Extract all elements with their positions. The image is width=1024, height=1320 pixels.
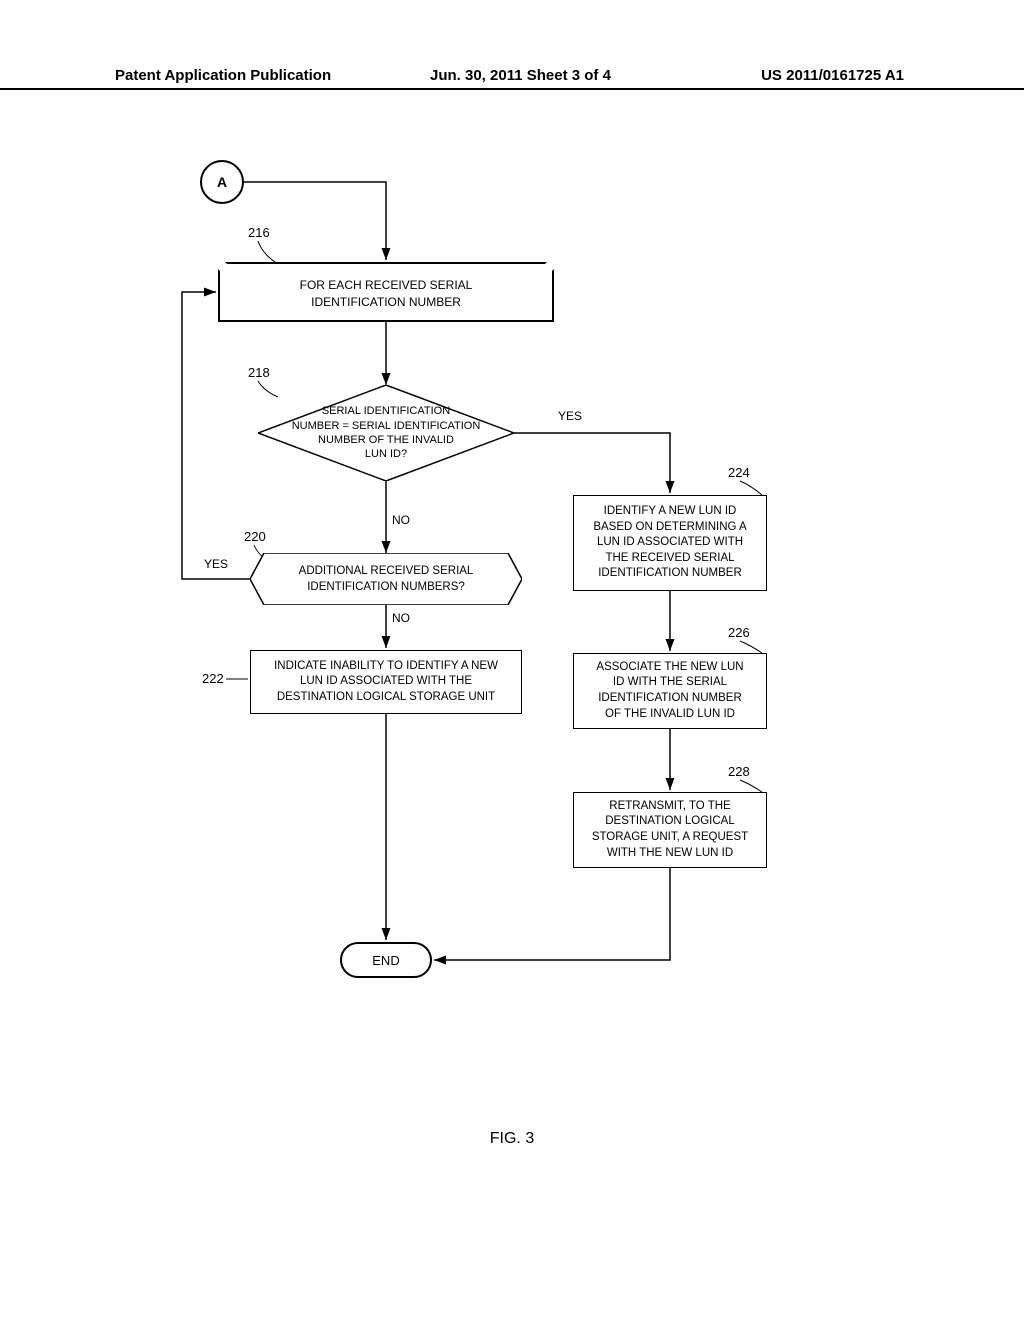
- label-yes-218: YES: [558, 409, 582, 423]
- process-228-text: RETRANSMIT, TO THE DESTINATION LOGICAL S…: [592, 799, 748, 861]
- ref-228: 228: [728, 764, 750, 779]
- decision-220-text: ADDITIONAL RECEIVED SERIAL IDENTIFICATIO…: [250, 563, 522, 595]
- header-center: Jun. 30, 2011 Sheet 3 of 4: [430, 67, 611, 84]
- label-no-220: NO: [392, 611, 410, 625]
- process-228: RETRANSMIT, TO THE DESTINATION LOGICAL S…: [573, 792, 767, 868]
- figure-label: FIG. 3: [0, 1130, 1024, 1148]
- decision-218: SERIAL IDENTIFICATION NUMBER = SERIAL ID…: [258, 385, 514, 481]
- decision-218-text: SERIAL IDENTIFICATION NUMBER = SERIAL ID…: [262, 404, 511, 461]
- process-222-text: INDICATE INABILITY TO IDENTIFY A NEW LUN…: [274, 659, 498, 706]
- loop-216-text: FOR EACH RECEIVED SERIAL IDENTIFICATION …: [300, 278, 473, 309]
- ref-224: 224: [728, 465, 750, 480]
- ref-216: 216: [248, 225, 270, 240]
- process-226-text: ASSOCIATE THE NEW LUN ID WITH THE SERIAL…: [596, 660, 743, 722]
- loop-216: FOR EACH RECEIVED SERIAL IDENTIFICATION …: [218, 262, 554, 322]
- header-right: US 2011/0161725 A1: [761, 67, 904, 84]
- ref-222: 222: [202, 671, 224, 686]
- terminator-end: END: [340, 942, 432, 978]
- ref-226: 226: [728, 625, 750, 640]
- flowchart-diagram: A 216 FOR EACH RECEIVED SERIAL IDENTIFIC…: [0, 155, 1024, 1155]
- process-224: IDENTIFY A NEW LUN ID BASED ON DETERMINI…: [573, 495, 767, 591]
- process-226: ASSOCIATE THE NEW LUN ID WITH THE SERIAL…: [573, 653, 767, 729]
- process-222: INDICATE INABILITY TO IDENTIFY A NEW LUN…: [250, 650, 522, 714]
- ref-220: 220: [244, 529, 266, 544]
- connector-a: A: [200, 160, 244, 204]
- connector-a-label: A: [217, 174, 227, 190]
- terminator-end-text: END: [372, 953, 399, 968]
- header-left: Patent Application Publication: [115, 67, 331, 84]
- decision-220: ADDITIONAL RECEIVED SERIAL IDENTIFICATIO…: [250, 553, 522, 605]
- process-224-text: IDENTIFY A NEW LUN ID BASED ON DETERMINI…: [593, 504, 746, 582]
- label-yes-220: YES: [204, 557, 228, 571]
- ref-218: 218: [248, 365, 270, 380]
- label-no-218: NO: [392, 513, 410, 527]
